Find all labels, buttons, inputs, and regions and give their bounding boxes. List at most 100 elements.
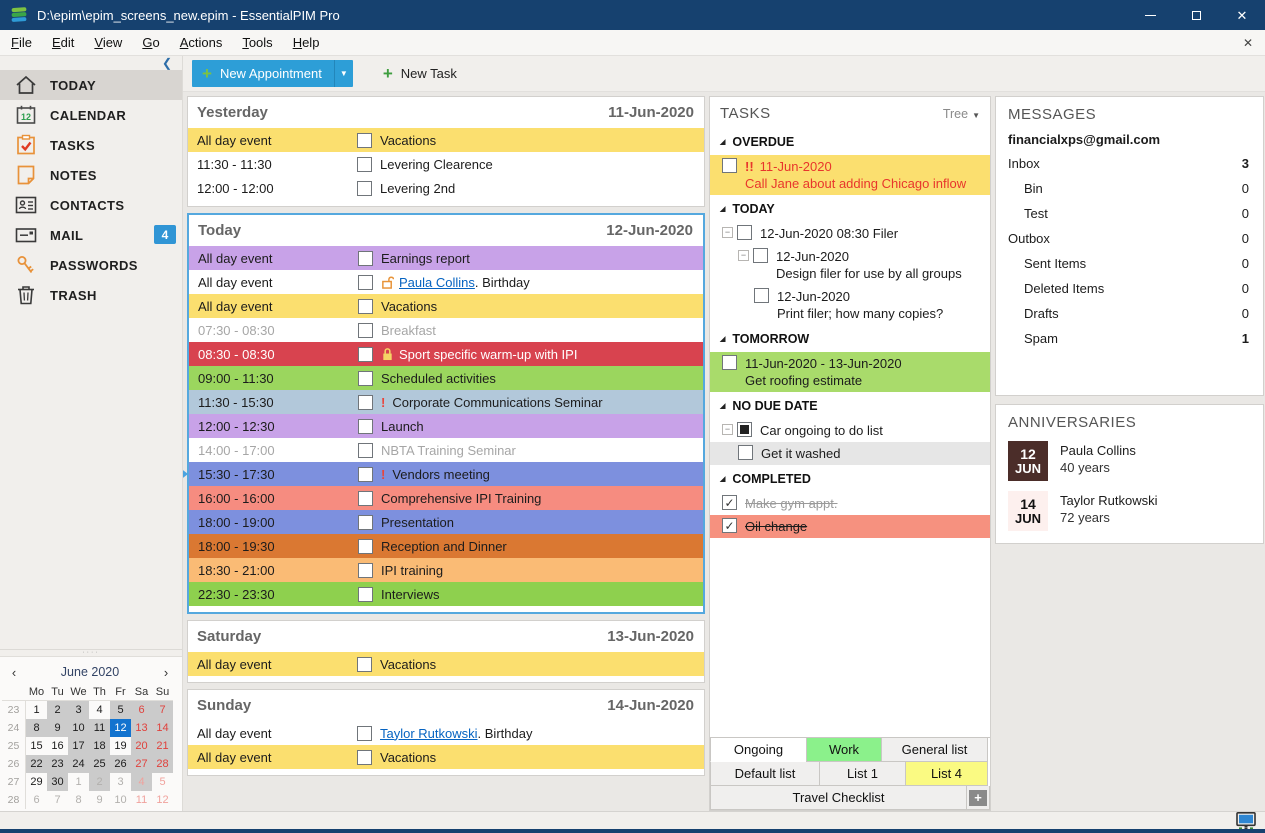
task-item[interactable]: 12-Jun-2020 Print filer; how many copies? bbox=[710, 285, 990, 325]
event-row[interactable]: 18:00 - 19:00 Presentation bbox=[189, 510, 703, 534]
menu-file[interactable]: File bbox=[0, 35, 42, 50]
task-item[interactable]: − 12-Jun-2020 Design filer for use by all … bbox=[710, 245, 990, 285]
tab-work[interactable]: Work bbox=[806, 738, 882, 762]
event-row[interactable]: All day event Vacations bbox=[188, 128, 704, 152]
minical-day[interactable]: 8 bbox=[68, 791, 89, 809]
tree-collapse-icon[interactable]: − bbox=[722, 227, 733, 238]
sidebar-item-contacts[interactable]: CONTACTS bbox=[0, 190, 182, 220]
minical-day[interactable]: 12 bbox=[152, 791, 173, 809]
task-checkbox[interactable] bbox=[722, 158, 737, 173]
new-task-button[interactable]: + New Task bbox=[373, 60, 467, 87]
minical-day[interactable]: 7 bbox=[47, 791, 68, 809]
menu-view[interactable]: View bbox=[84, 35, 132, 50]
mail-folder-outbox[interactable]: Outbox 0 bbox=[996, 226, 1263, 251]
minical-day[interactable]: 9 bbox=[89, 791, 110, 809]
menu-actions[interactable]: Actions bbox=[170, 35, 233, 50]
task-item[interactable]: Oil change bbox=[710, 515, 990, 538]
minical-day[interactable]: 5 bbox=[152, 773, 173, 791]
minical-prev-icon[interactable]: ‹ bbox=[2, 665, 26, 680]
maximize-button[interactable] bbox=[1173, 0, 1219, 30]
minical-day[interactable]: 12 bbox=[110, 719, 131, 737]
event-checkbox[interactable] bbox=[357, 656, 372, 672]
minical-day[interactable]: 22 bbox=[26, 755, 47, 773]
tab-list-1[interactable]: List 1 bbox=[819, 762, 906, 786]
event-checkbox[interactable] bbox=[357, 156, 372, 172]
task-item[interactable]: !! 11-Jun-2020 Call Jane about adding Chic… bbox=[710, 155, 990, 195]
event-checkbox[interactable] bbox=[357, 132, 372, 148]
minical-day[interactable]: 27 bbox=[131, 755, 152, 773]
minical-day[interactable]: 30 bbox=[47, 773, 68, 791]
contact-link[interactable]: Taylor Rutkowski bbox=[380, 726, 478, 741]
event-row[interactable]: All day event Vacations bbox=[188, 745, 704, 769]
minical-next-icon[interactable]: › bbox=[154, 665, 178, 680]
minical-day[interactable]: 4 bbox=[131, 773, 152, 791]
sidebar-item-tasks[interactable]: TASKS bbox=[0, 130, 182, 160]
event-row[interactable]: 14:00 - 17:00 NBTA Training Seminar bbox=[189, 438, 703, 462]
task-checkbox[interactable] bbox=[737, 225, 752, 240]
minical-day[interactable]: 25 bbox=[89, 755, 110, 773]
task-checkbox[interactable] bbox=[737, 422, 752, 437]
task-item[interactable]: − 12-Jun-2020 08:30 Filer bbox=[710, 222, 990, 245]
event-row[interactable]: 12:00 - 12:00 Levering 2nd bbox=[188, 176, 704, 200]
minical-day[interactable]: 14 bbox=[152, 719, 173, 737]
menu-tools[interactable]: Tools bbox=[232, 35, 282, 50]
minical-day[interactable]: 26 bbox=[110, 755, 131, 773]
event-row[interactable]: 11:30 - 11:30 Levering Clearence bbox=[188, 152, 704, 176]
event-row[interactable]: All day event Taylor Rutkowski. Birthday bbox=[188, 721, 704, 745]
minical-day[interactable]: 1 bbox=[26, 701, 47, 719]
event-checkbox[interactable] bbox=[358, 418, 373, 434]
close-button[interactable]: ✕ bbox=[1219, 0, 1265, 30]
event-checkbox[interactable] bbox=[358, 394, 373, 410]
minical-day[interactable]: 13 bbox=[131, 719, 152, 737]
minical-day[interactable]: 10 bbox=[110, 791, 131, 809]
new-appointment-button[interactable]: + New Appointment ▼ bbox=[192, 60, 353, 87]
splitter-handle[interactable]: ···· bbox=[0, 649, 182, 656]
menu-help[interactable]: Help bbox=[283, 35, 330, 50]
event-checkbox[interactable] bbox=[357, 749, 372, 765]
sidebar-item-notes[interactable]: NOTES bbox=[0, 160, 182, 190]
minical-day[interactable]: 7 bbox=[152, 701, 173, 719]
mail-folder-deleted-items[interactable]: Deleted Items 0 bbox=[996, 276, 1263, 301]
event-row[interactable]: 09:00 - 11:30 Scheduled activities bbox=[189, 366, 703, 390]
sidebar-item-today[interactable]: TODAY bbox=[0, 70, 182, 100]
minical-day[interactable]: 6 bbox=[131, 701, 152, 719]
tab-travel-checklist[interactable]: Travel Checklist bbox=[710, 786, 967, 810]
mail-folder-inbox[interactable]: Inbox 3 bbox=[996, 151, 1263, 176]
sidebar-item-trash[interactable]: TRASH bbox=[0, 280, 182, 310]
minical-day[interactable]: 2 bbox=[89, 773, 110, 791]
task-item[interactable]: 11-Jun-2020 - 13-Jun-2020 Get roofing est… bbox=[710, 352, 990, 392]
tree-collapse-icon[interactable]: − bbox=[722, 424, 733, 435]
event-row[interactable]: 18:30 - 21:00 IPI training bbox=[189, 558, 703, 582]
event-checkbox[interactable] bbox=[357, 725, 372, 741]
minical-day[interactable]: 18 bbox=[89, 737, 110, 755]
event-row[interactable]: 15:30 - 17:30! Vendors meeting bbox=[183, 462, 703, 486]
tree-collapse-icon[interactable]: − bbox=[738, 250, 749, 261]
event-row[interactable]: 16:00 - 16:00 Comprehensive IPI Training bbox=[189, 486, 703, 510]
minical-day[interactable]: 15 bbox=[26, 737, 47, 755]
add-list-button[interactable]: + bbox=[966, 786, 990, 810]
minical-day[interactable]: 5 bbox=[110, 701, 131, 719]
minical-day[interactable]: 11 bbox=[131, 791, 152, 809]
minical-day[interactable]: 23 bbox=[47, 755, 68, 773]
tab-general-list[interactable]: General list bbox=[881, 738, 988, 762]
tab-ongoing[interactable]: Ongoing bbox=[710, 738, 807, 762]
mail-folder-spam[interactable]: Spam 1 bbox=[996, 326, 1263, 351]
menubar-close-icon[interactable]: ✕ bbox=[1231, 36, 1265, 50]
event-row[interactable]: All day event Vacations bbox=[188, 652, 704, 676]
minical-day[interactable]: 4 bbox=[89, 701, 110, 719]
minical-day[interactable]: 3 bbox=[110, 773, 131, 791]
minical-day[interactable]: 21 bbox=[152, 737, 173, 755]
anniversary-item[interactable]: 14 JUN Taylor Rutkowski 72 years bbox=[996, 485, 1263, 535]
mail-folder-test[interactable]: Test 0 bbox=[996, 201, 1263, 226]
event-row[interactable]: 07:30 - 08:30 Breakfast bbox=[189, 318, 703, 342]
minical-day[interactable]: 19 bbox=[110, 737, 131, 755]
contact-link[interactable]: Paula Collins bbox=[399, 275, 475, 290]
event-row[interactable]: All day event Vacations bbox=[189, 294, 703, 318]
mail-folder-sent-items[interactable]: Sent Items 0 bbox=[996, 251, 1263, 276]
tree-view-dropdown[interactable]: Tree ▼ bbox=[943, 107, 980, 121]
minical-day[interactable]: 20 bbox=[131, 737, 152, 755]
anniversary-item[interactable]: 12 JUN Paula Collins 40 years bbox=[996, 435, 1263, 485]
task-checkbox[interactable] bbox=[753, 248, 768, 263]
minical-day[interactable]: 6 bbox=[26, 791, 47, 809]
tab-default-list[interactable]: Default list bbox=[710, 762, 820, 786]
